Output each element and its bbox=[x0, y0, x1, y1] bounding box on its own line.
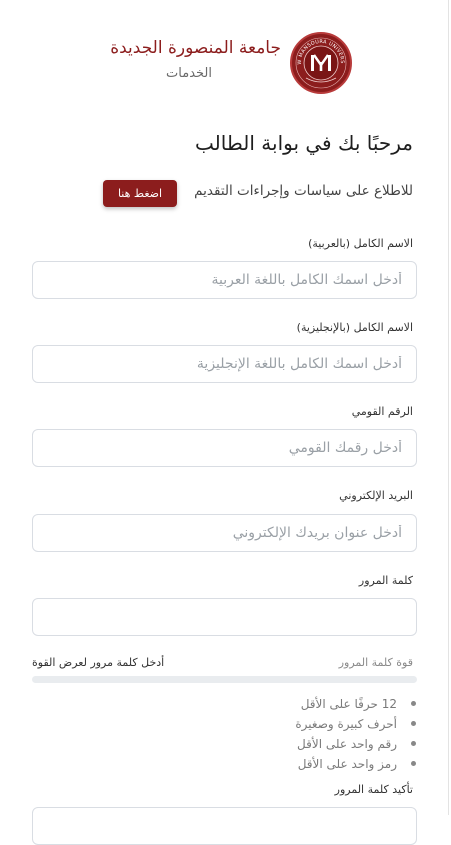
rule-text: رقم واحد على الأقل bbox=[297, 737, 397, 751]
email-input[interactable] bbox=[32, 514, 417, 552]
national-id-label: الرقم القومي bbox=[351, 405, 413, 418]
header: NEW MANSOURA UNIVERSITY جامعة المنصورة ا… bbox=[0, 30, 449, 100]
bullet-icon bbox=[411, 761, 416, 766]
fullname-en-label: الاسم الكامل (بالإنجليزية) bbox=[296, 321, 413, 334]
password-strength-text: أدخل كلمة مرور لعرض القوة bbox=[32, 656, 165, 669]
password-label: كلمة المرور bbox=[358, 574, 413, 587]
rule-text: أحرف كبيرة وصغيرة bbox=[295, 717, 397, 731]
page-title: مرحبًا بك في بوابة الطالب bbox=[195, 131, 413, 155]
university-logo: NEW MANSOURA UNIVERSITY bbox=[290, 32, 352, 94]
bullet-icon bbox=[411, 701, 416, 706]
registration-page: NEW MANSOURA UNIVERSITY جامعة المنصورة ا… bbox=[0, 0, 449, 845]
password-strength-bar bbox=[32, 676, 417, 683]
confirm-password-label: تأكيد كلمة المرور bbox=[334, 783, 413, 796]
university-name: جامعة المنصورة الجديدة bbox=[110, 38, 281, 58]
fullname-en-input[interactable] bbox=[32, 345, 417, 383]
password-rules: 12 حرفًا على الأقل أحرف كبيرة وصغيرة رقم… bbox=[216, 694, 416, 774]
fullname-ar-label: الاسم الكامل (بالعربية) bbox=[308, 237, 413, 250]
university-seal-icon: NEW MANSOURA UNIVERSITY bbox=[292, 34, 347, 89]
header-subtitle: الخدمات bbox=[166, 66, 212, 81]
bullet-icon bbox=[411, 721, 416, 726]
email-label: البريد الإلكتروني bbox=[339, 489, 413, 502]
bullet-icon bbox=[411, 741, 416, 746]
password-rule-symbol: رمز واحد على الأقل bbox=[216, 754, 416, 774]
policy-button[interactable]: اضغط هنا bbox=[103, 180, 177, 207]
rule-text: رمز واحد على الأقل bbox=[297, 757, 397, 771]
password-strength-label: قوة كلمة المرور bbox=[338, 656, 413, 669]
rule-text: 12 حرفًا على الأقل bbox=[300, 697, 397, 711]
national-id-input[interactable] bbox=[32, 429, 417, 467]
confirm-password-input[interactable] bbox=[32, 807, 417, 845]
policy-text: للاطلاع على سياسات وإجراءات التقديم bbox=[194, 183, 413, 199]
password-rule-case: أحرف كبيرة وصغيرة bbox=[216, 714, 416, 734]
password-rule-length: 12 حرفًا على الأقل bbox=[216, 694, 416, 714]
fullname-ar-input[interactable] bbox=[32, 261, 417, 299]
password-input[interactable] bbox=[32, 598, 417, 636]
password-rule-digit: رقم واحد على الأقل bbox=[216, 734, 416, 754]
